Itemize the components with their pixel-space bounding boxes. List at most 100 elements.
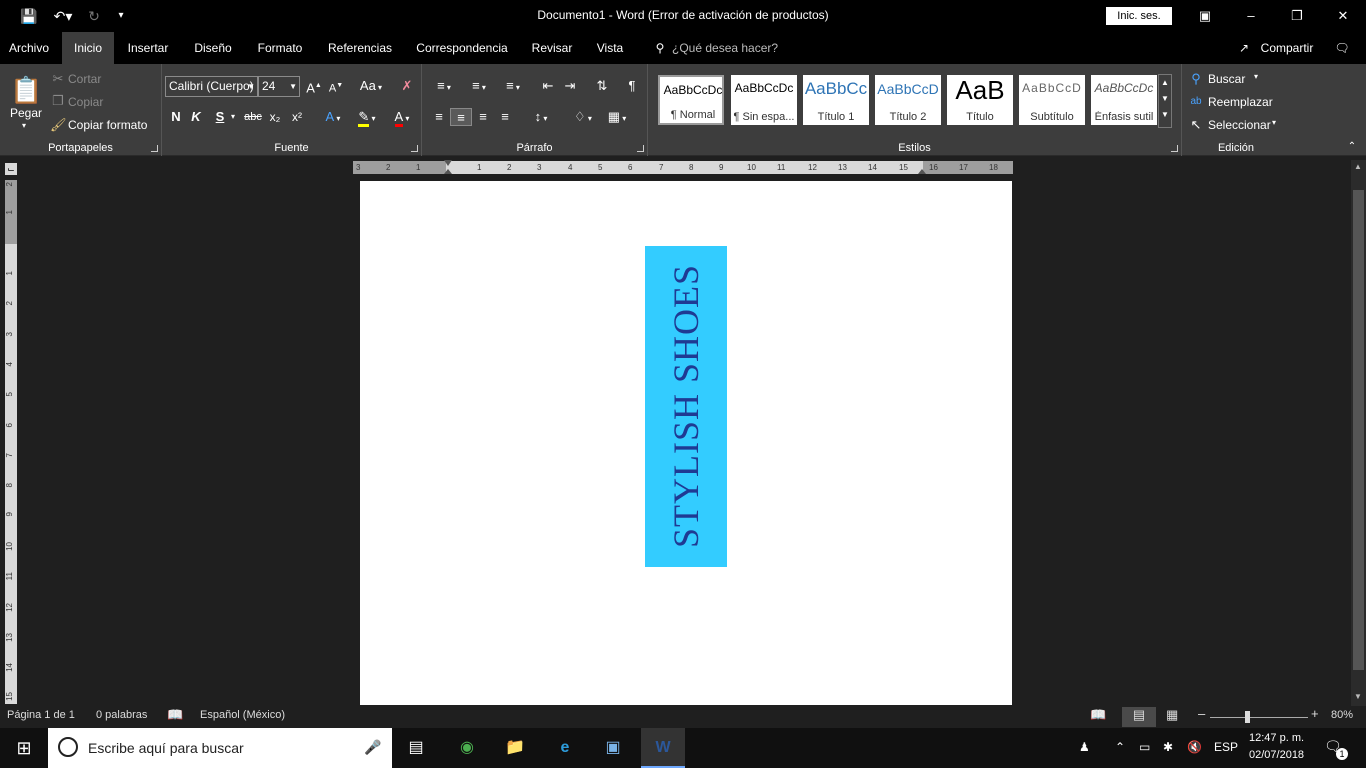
clear-formatting-icon[interactable]: ✗	[398, 77, 416, 95]
tab-referencias[interactable]: Referencias	[322, 32, 398, 64]
font-family-select[interactable]: Calibri (Cuerpo) ▼	[165, 76, 258, 97]
close-button[interactable]: ✕	[1320, 4, 1366, 28]
zoom-out-icon[interactable]: –	[1198, 706, 1205, 721]
superscript-button[interactable]: x²	[288, 108, 306, 126]
find-options-icon[interactable]: ▾	[1254, 72, 1258, 81]
paste-button[interactable]: Pegar	[10, 106, 42, 120]
style-subtle-emphasis[interactable]: AaBbCcDc Énfasis sutil	[1091, 75, 1157, 125]
edge-icon[interactable]: e	[551, 734, 579, 762]
windows-start-icon[interactable]: ⊞	[14, 738, 34, 758]
font-launcher-icon[interactable]	[411, 145, 418, 152]
clock-date[interactable]: 02/07/2018	[1249, 749, 1304, 761]
bold-button[interactable]: N	[168, 108, 184, 126]
task-view-icon[interactable]: ▤	[402, 734, 430, 762]
tab-selector-icon[interactable]: ⌙	[5, 163, 17, 175]
style-no-spacing[interactable]: AaBbCcDc ¶ Sin espa...	[731, 75, 797, 125]
bullets-icon[interactable]: ≡ ▾	[430, 77, 458, 95]
people-icon[interactable]: ♟	[1079, 740, 1090, 754]
maximize-button[interactable]: ❐	[1274, 4, 1320, 28]
proofing-icon[interactable]: 📖	[167, 707, 183, 723]
tab-insertar[interactable]: Insertar	[120, 32, 176, 64]
text-box[interactable]: STYLISH SHOES	[645, 246, 727, 567]
clipboard-launcher-icon[interactable]	[151, 145, 158, 152]
3d-app-icon[interactable]: ▣	[599, 734, 627, 762]
microphone-icon[interactable]: 🎤	[364, 739, 381, 756]
tab-revisar[interactable]: Revisar	[524, 32, 580, 64]
paste-options-icon[interactable]: ▾	[22, 121, 26, 130]
style-title[interactable]: AaB Título	[947, 75, 1013, 125]
clock-time[interactable]: 12:47 p. m.	[1249, 732, 1304, 744]
chrome-icon[interactable]: ◉	[453, 734, 481, 762]
volume-icon[interactable]: 🔇	[1187, 740, 1202, 754]
vertical-scrollbar[interactable]: ▲ ▼	[1351, 160, 1366, 706]
style-heading-1[interactable]: AaBbCc Título 1	[803, 75, 869, 125]
numbering-icon[interactable]: ≡ ▾	[464, 77, 494, 95]
change-case-button[interactable]: Aa ▾	[356, 77, 386, 95]
cut-button[interactable]: Cortar	[68, 72, 101, 86]
style-normal[interactable]: AaBbCcDc ¶ Normal	[658, 75, 724, 125]
word-taskbar-icon[interactable]: W	[641, 728, 685, 768]
page-count[interactable]: Página 1 de 1	[7, 709, 75, 721]
highlight-color-icon[interactable]: ✎ ▾	[352, 108, 382, 127]
ribbon-display-icon[interactable]: ▣	[1182, 4, 1228, 28]
zoom-in-icon[interactable]: +	[1311, 706, 1319, 721]
justify-icon[interactable]: ≡	[496, 108, 514, 126]
input-language[interactable]: ESP	[1214, 740, 1238, 754]
strikethrough-button[interactable]: abc	[242, 108, 264, 126]
replace-button[interactable]: Reemplazar	[1208, 95, 1273, 109]
web-layout-icon[interactable]: ▦	[1166, 707, 1178, 723]
line-spacing-icon[interactable]: ↕ ▾	[526, 108, 556, 126]
first-line-indent-marker[interactable]	[444, 160, 452, 166]
word-count[interactable]: 0 palabras	[96, 709, 147, 721]
shading-icon[interactable]: ♢ ▾	[568, 108, 598, 126]
paste-icon[interactable]: 📋	[10, 74, 42, 106]
text-effects-icon[interactable]: A ▾	[320, 108, 346, 126]
font-size-select[interactable]: 24 ▼	[258, 76, 300, 97]
battery-icon[interactable]: ▭	[1139, 740, 1150, 754]
select-button[interactable]: Seleccionar	[1208, 118, 1271, 132]
show-hidden-icons-icon[interactable]: ⌃	[1115, 740, 1125, 754]
italic-button[interactable]: K	[188, 108, 204, 126]
styles-scroll-icon[interactable]: ▲ ▼ ▼	[1158, 74, 1172, 128]
tab-vista[interactable]: Vista	[590, 32, 630, 64]
borders-icon[interactable]: ▦ ▾	[602, 108, 632, 126]
taskbar-search-box[interactable]: Escribe aquí para buscar 🎤	[48, 728, 392, 768]
zoom-slider-thumb[interactable]	[1245, 711, 1250, 723]
scroll-up-icon[interactable]: ▲	[1354, 162, 1362, 171]
copy-button[interactable]: Copiar	[68, 95, 103, 109]
zoom-level[interactable]: 80%	[1331, 709, 1353, 721]
show-formatting-icon[interactable]: ¶	[622, 77, 642, 95]
text-box-content[interactable]: STYLISH SHOES	[665, 264, 707, 548]
collapse-ribbon-icon[interactable]: ⌃	[1344, 138, 1360, 156]
style-heading-2[interactable]: AaBbCcD Título 2	[875, 75, 941, 125]
share-button[interactable]: Compartir	[1256, 32, 1318, 64]
language-status[interactable]: Español (México)	[200, 709, 285, 721]
taskbar-search-input[interactable]: Escribe aquí para buscar	[88, 740, 244, 756]
right-indent-marker[interactable]	[918, 169, 926, 174]
comments-icon[interactable]: 🗨	[1330, 32, 1354, 64]
tab-archivo[interactable]: Archivo	[0, 32, 58, 64]
zoom-slider[interactable]	[1210, 717, 1308, 718]
underline-options-icon[interactable]: ▾	[228, 108, 238, 126]
signin-button[interactable]: Inic. ses.	[1106, 7, 1172, 25]
print-layout-icon[interactable]: ▤	[1122, 707, 1156, 727]
tab-correspondencia[interactable]: Correspondencia	[410, 32, 514, 64]
sort-icon[interactable]: ⇅	[592, 77, 612, 95]
multilevel-list-icon[interactable]: ≡ ▾	[498, 77, 528, 95]
network-icon[interactable]: ✱	[1163, 740, 1173, 754]
grow-font-icon[interactable]: A▲	[306, 77, 322, 95]
scroll-down-icon[interactable]: ▼	[1354, 692, 1362, 701]
find-button[interactable]: Buscar	[1208, 72, 1245, 86]
horizontal-ruler[interactable]: 3 2 1 1 2 3 4 5 6 7 8 9 10 11 12 13 14 1…	[353, 160, 1013, 174]
file-explorer-icon[interactable]: 📁	[501, 734, 529, 762]
tab-formato[interactable]: Formato	[250, 32, 310, 64]
paragraph-launcher-icon[interactable]	[637, 145, 644, 152]
styles-launcher-icon[interactable]	[1171, 145, 1178, 152]
format-painter-button[interactable]: Copiar formato	[68, 118, 147, 132]
decrease-indent-icon[interactable]: ⇤	[538, 77, 558, 95]
align-left-icon[interactable]: ≡	[430, 108, 448, 126]
read-mode-icon[interactable]: 📖	[1090, 707, 1106, 723]
tab-diseno[interactable]: Diseño	[184, 32, 242, 64]
font-color-icon[interactable]: A ▾	[388, 108, 416, 127]
tell-me-input[interactable]: ¿Qué desea hacer?	[672, 32, 782, 64]
